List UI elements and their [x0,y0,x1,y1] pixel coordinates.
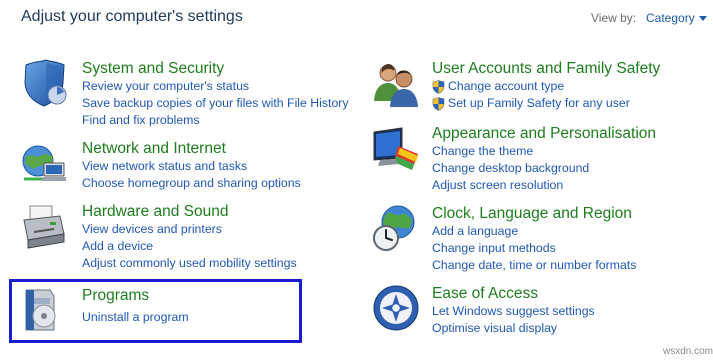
link-desktop-background[interactable]: Change desktop background [432,160,656,177]
category-title[interactable]: System and Security [82,59,349,78]
link-add-language[interactable]: Add a language [432,223,636,240]
link-review-computer-status[interactable]: Review your computer's status [82,78,349,95]
link-label: Change desktop background [432,161,590,175]
category-title[interactable]: User Accounts and Family Safety [432,59,660,78]
link-date-time-formats[interactable]: Change date, time or number formats [432,257,636,274]
link-label: Save backup copies of your files with Fi… [82,96,349,110]
link-label: Change date, time or number formats [432,258,637,272]
link-label: Set up Family Safety for any user [448,96,630,110]
link-label: View devices and printers [82,222,222,236]
uac-shield-icon [432,96,445,111]
programs-highlight-box [9,279,302,343]
link-homegroup-sharing[interactable]: Choose homegroup and sharing options [82,175,301,192]
category-title[interactable]: Ease of Access [432,284,595,303]
link-label: Let Windows suggest settings [432,304,595,318]
ease-of-access-icon[interactable] [372,284,420,332]
link-label: Add a language [432,224,519,238]
users-icon[interactable] [372,59,420,107]
category-title[interactable]: Hardware and Sound [82,202,297,221]
link-label: View network status and tasks [82,159,248,173]
link-label: Change account type [448,79,565,93]
chevron-down-icon[interactable] [699,16,707,21]
link-windows-suggest-settings[interactable]: Let Windows suggest settings [432,303,595,320]
link-label: Review your computer's status [82,79,250,93]
printer-icon[interactable] [20,202,68,250]
link-file-history-backup[interactable]: Save backup copies of your files with Fi… [82,95,349,112]
clock-globe-icon[interactable] [372,204,420,252]
link-label: Optimise visual display [432,321,558,335]
link-change-account-type[interactable]: Change account type [432,78,660,95]
link-add-device[interactable]: Add a device [82,238,297,255]
network-icon[interactable] [20,139,68,187]
link-screen-resolution[interactable]: Adjust screen resolution [432,177,656,194]
link-label: Choose homegroup and sharing options [82,176,301,190]
uac-shield-icon [432,79,445,94]
link-optimise-visual-display[interactable]: Optimise visual display [432,320,595,337]
link-view-network-status[interactable]: View network status and tasks [82,158,301,175]
view-by-label: View by: [591,11,637,25]
link-label: Change input methods [432,241,556,255]
category-title[interactable]: Appearance and Personalisation [432,124,656,143]
display-icon[interactable] [372,124,420,172]
link-label: Change the theme [432,144,534,158]
view-by-dropdown[interactable]: Category [646,11,695,25]
link-label: Adjust commonly used mobility settings [82,256,297,270]
link-label: Add a device [82,239,154,253]
category-title[interactable]: Network and Internet [82,139,301,158]
link-input-methods[interactable]: Change input methods [432,240,636,257]
link-devices-printers[interactable]: View devices and printers [82,221,297,238]
link-label: Adjust screen resolution [432,178,564,192]
category-title[interactable]: Clock, Language and Region [432,204,636,223]
watermark: wsxdn.com [663,346,713,357]
page-title: Adjust your computer's settings [21,8,243,25]
link-change-theme[interactable]: Change the theme [432,143,656,160]
link-family-safety[interactable]: Set up Family Safety for any user [432,95,660,112]
link-find-fix-problems[interactable]: Find and fix problems [82,112,349,129]
shield-icon[interactable] [20,59,68,107]
link-label: Find and fix problems [82,113,200,127]
link-mobility-settings[interactable]: Adjust commonly used mobility settings [82,255,297,272]
